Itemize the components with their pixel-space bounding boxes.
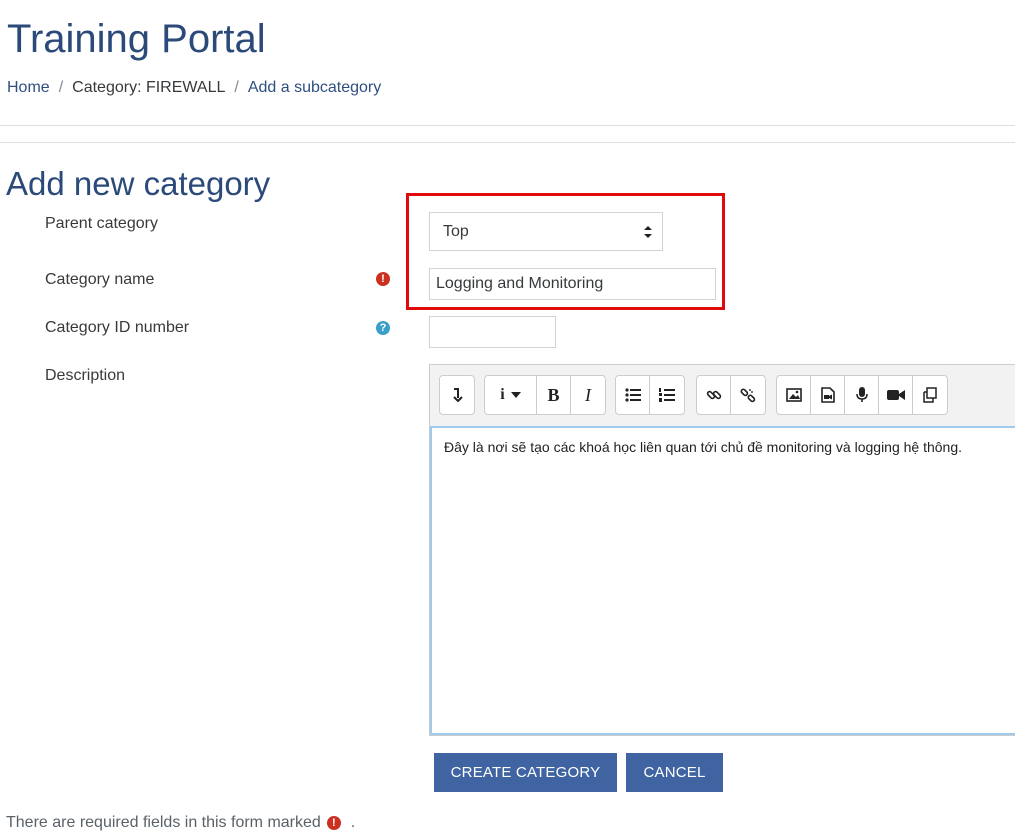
link-icon[interactable] [697, 376, 731, 414]
required-note-text: There are required fields in this form m… [6, 814, 321, 831]
collapse-icon[interactable] [440, 376, 474, 414]
manage-files-icon[interactable] [913, 376, 947, 414]
cancel-button[interactable]: CANCEL [626, 753, 723, 792]
breadcrumb: Home / Category: FIREWALL / Add a subcat… [7, 78, 381, 98]
required-icon: ! [376, 272, 390, 286]
description-editor: i B I Đây là nơi sẽ tạo các khoá học liê… [429, 364, 1015, 736]
description-label: Description [45, 367, 126, 384]
highlight-box [406, 193, 725, 310]
category-id-label: Category ID number [45, 319, 190, 336]
editor-toolbar: i B I [430, 365, 1015, 427]
image-icon[interactable] [777, 376, 811, 414]
required-icon: ! [326, 816, 341, 830]
media-icon[interactable] [811, 376, 845, 414]
unlink-icon[interactable] [731, 376, 765, 414]
unordered-list-icon[interactable] [616, 376, 650, 414]
help-icon[interactable]: ? [376, 321, 390, 335]
record-video-icon[interactable] [879, 376, 913, 414]
italic-icon[interactable]: I [571, 376, 605, 414]
category-id-input[interactable] [429, 316, 556, 348]
create-category-button[interactable]: CREATE CATEGORY [434, 753, 617, 792]
info-style-icon[interactable]: i [485, 376, 537, 414]
description-textarea[interactable]: Đây là nơi sẽ tạo các khoá học liên quan… [430, 426, 1015, 735]
bold-icon[interactable]: B [537, 376, 571, 414]
page-title: Add new category [6, 165, 271, 202]
breadcrumb-current: Add a subcategory [247, 79, 382, 96]
divider [0, 142, 1015, 143]
parent-category-label: Parent category [45, 215, 158, 232]
required-fields-note: There are required fields in this form m… [6, 813, 355, 833]
breadcrumb-home-link[interactable]: Home [7, 78, 50, 98]
breadcrumb-separator: / [58, 79, 64, 96]
required-note-period: . [350, 814, 356, 831]
breadcrumb-category-link[interactable]: Category: FIREWALL [72, 78, 225, 98]
record-audio-icon[interactable] [845, 376, 879, 414]
divider [0, 125, 1015, 126]
category-name-label: Category name [45, 271, 155, 288]
breadcrumb-separator: / [234, 79, 239, 96]
site-title: Training Portal [7, 17, 266, 61]
ordered-list-icon[interactable] [650, 376, 684, 414]
